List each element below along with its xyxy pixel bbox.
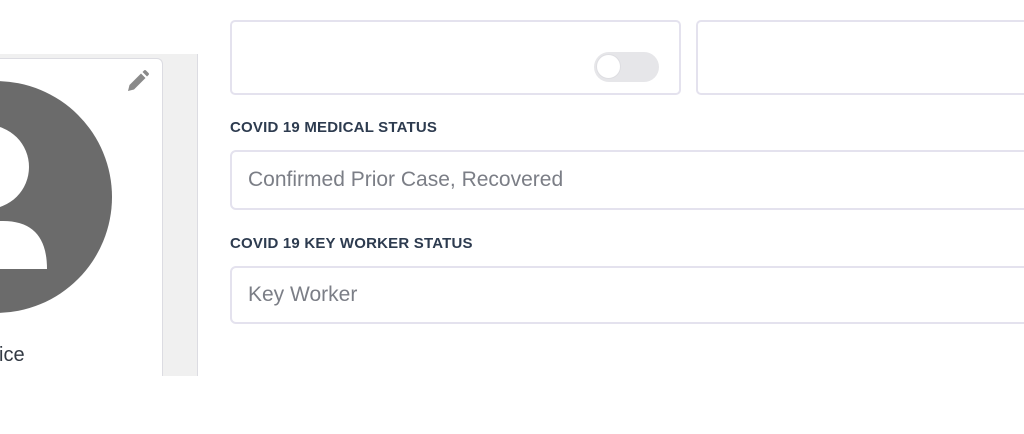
user-avatar-icon <box>0 81 112 313</box>
profile-name: ice <box>0 344 25 366</box>
status-toggle[interactable] <box>594 52 659 82</box>
covid-key-worker-status-field[interactable]: Key Worker <box>230 266 1024 324</box>
pencil-icon[interactable] <box>124 69 150 95</box>
covid-medical-status-field[interactable]: Confirmed Prior Case, Recovered <box>230 150 1024 210</box>
covid-medical-status-label: COVID 19 MEDICAL STATUS <box>230 119 438 136</box>
covid-key-worker-status-label: COVID 19 KEY WORKER STATUS <box>230 235 473 252</box>
top-field-right[interactable] <box>696 20 1024 95</box>
profile-page: ice COVID 19 MEDICAL STATUS Confirmed Pr… <box>0 0 1024 434</box>
profile-card: ice <box>0 58 163 376</box>
toggle-knob <box>596 54 621 79</box>
